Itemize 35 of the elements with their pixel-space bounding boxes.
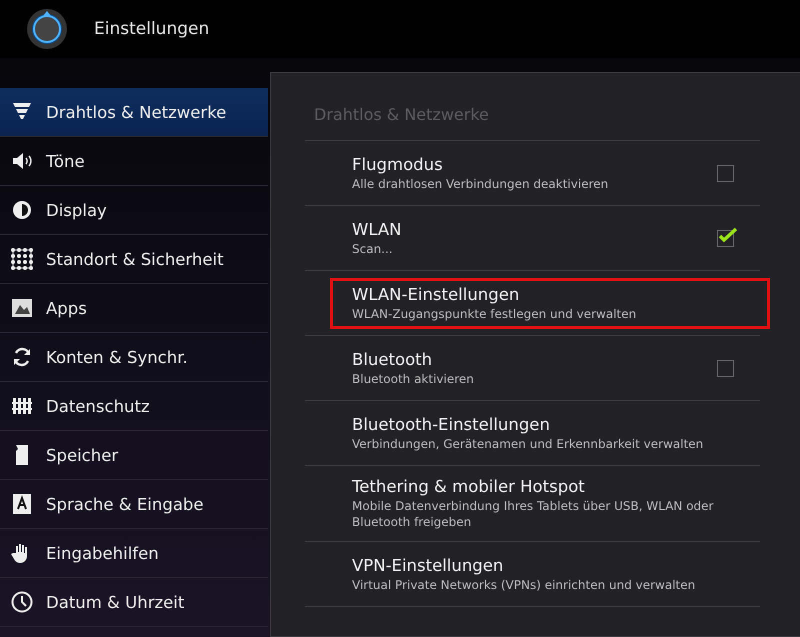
sidebar-item[interactable]: Datenschutz bbox=[0, 382, 268, 431]
setting-summary: Scan... bbox=[352, 240, 394, 256]
sidebar-item[interactable]: Drahtlos & Netzwerke bbox=[0, 88, 268, 137]
setting-title[interactable]: Tethering & mobiler Hotspot bbox=[352, 477, 767, 496]
setting-title[interactable]: VPN-Einstellungen bbox=[352, 556, 767, 574]
panel-header: Drahtlos & Netzwerke bbox=[305, 95, 760, 141]
settings-app-icon bbox=[26, 8, 68, 50]
brightness-icon bbox=[10, 198, 34, 222]
setting-title[interactable]: WLAN-Einstellungen bbox=[352, 284, 767, 304]
setting-title[interactable]: Bluetooth bbox=[352, 350, 694, 368]
checkbox[interactable] bbox=[717, 164, 734, 182]
sidebar-item[interactable]: Sprache & Eingabe bbox=[0, 480, 268, 529]
setting-summary: Verbindungen, Gerätenamen und Erkennbarkeit verwalten bbox=[352, 436, 704, 452]
keyboard-letter-icon bbox=[10, 492, 34, 516]
sidebar-item[interactable]: Töne bbox=[0, 137, 268, 186]
sidebar-item[interactable]: Speicher bbox=[0, 431, 268, 480]
setting-title[interactable]: WLAN bbox=[352, 220, 694, 238]
sidebar-item[interactable]: Eingabehilfen bbox=[0, 529, 268, 578]
sidebar-item[interactable]: Apps bbox=[0, 284, 268, 333]
setting-summary: Alle drahtlosen Verbindungen deaktivieren bbox=[352, 176, 610, 192]
setting-title[interactable]: Flugmodus bbox=[352, 154, 694, 174]
sidebar-item[interactable]: Standort & Sicherheit bbox=[0, 235, 268, 284]
grid-icon bbox=[10, 247, 34, 271]
setting-title[interactable]: Bluetooth-Einstellungen bbox=[352, 414, 767, 434]
checkbox[interactable] bbox=[717, 360, 734, 376]
setting-summary: Bluetooth aktivieren bbox=[352, 370, 475, 386]
clock-icon bbox=[10, 590, 34, 614]
app-title: Einstellungen bbox=[94, 19, 210, 39]
setting-summary: Mobile Datenverbindung Ihres Tablets über USB, WLAN oder Bluetooth freigeben bbox=[352, 498, 714, 530]
setting-summary: Virtual Private Networks (VPNs) einrichten und verwalten bbox=[352, 576, 696, 592]
sidebar-item[interactable]: Konten & Synchr. bbox=[0, 333, 268, 382]
sidebar-item[interactable]: Display bbox=[0, 186, 268, 235]
sidebar-item[interactable]: Datum & Uhrzeit bbox=[0, 578, 268, 627]
apps-icon bbox=[10, 296, 34, 320]
setting-summary: WLAN-Zugangspunkte festlegen und verwalten bbox=[352, 306, 638, 322]
